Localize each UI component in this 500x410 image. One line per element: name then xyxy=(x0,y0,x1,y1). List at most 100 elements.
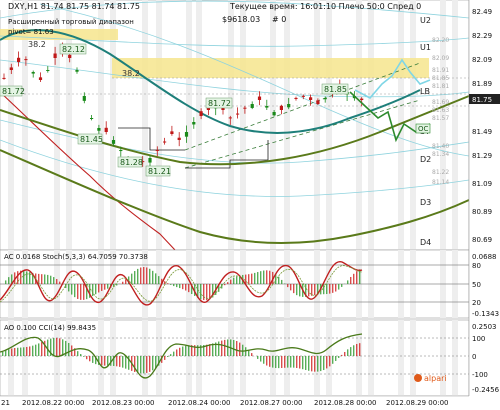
ao-bar xyxy=(335,356,336,361)
ao-bar xyxy=(212,343,213,356)
ac-bar xyxy=(107,284,108,289)
ao-bar xyxy=(104,356,105,366)
svg-text:81.09: 81.09 xyxy=(472,180,492,188)
symbol-line: DXY,H1 81.74 81.75 81.74 81.75 xyxy=(8,2,140,11)
ao-bar xyxy=(209,344,210,356)
ac-bar xyxy=(5,280,6,284)
ac-bar xyxy=(68,284,69,291)
candle-body xyxy=(90,118,93,119)
ac-bar xyxy=(326,284,327,294)
ac-bar xyxy=(77,284,78,299)
level-tag-d4: D4 xyxy=(420,238,431,247)
ac-bar xyxy=(167,283,168,284)
current-price: 81.75 xyxy=(472,96,492,104)
ao-bar xyxy=(323,356,324,370)
candle-body xyxy=(243,108,246,109)
ao-bar xyxy=(152,356,153,370)
ac-stoch-panel[interactable]: AC 0.0168 Stoch(5,3,3) 64.7059 70.3738 xyxy=(0,250,469,318)
ao-panel-title: AO 0.100 CCI(14) 99.8435 xyxy=(4,324,96,332)
candle-body xyxy=(156,150,159,151)
extra-counter: # 0 xyxy=(272,15,286,24)
ao-bar xyxy=(182,347,183,356)
ac-bar xyxy=(269,271,270,284)
svg-text:80: 80 xyxy=(472,262,481,270)
ao-bar xyxy=(2,352,3,356)
ao-bar xyxy=(356,344,357,356)
ao-bar xyxy=(170,354,171,356)
ao-bar xyxy=(41,342,42,356)
ac-bar xyxy=(41,274,42,284)
ac-bar xyxy=(59,282,60,284)
current-time-label: Текущее время: 16:01:10 Плечо 50:0 Спред… xyxy=(229,2,421,11)
ao-bar xyxy=(26,347,27,356)
ao-bar xyxy=(140,356,141,373)
ao-bar xyxy=(281,356,282,368)
svg-text:2012.08.27 00:00: 2012.08.27 00:00 xyxy=(240,399,302,407)
ac-bar xyxy=(257,272,258,284)
ac-bar xyxy=(293,284,294,293)
ao-bar xyxy=(257,356,258,359)
ac-bar xyxy=(83,284,84,300)
level-tag-d2: D2 xyxy=(420,155,431,164)
ac-bar xyxy=(98,284,99,292)
ao-bar xyxy=(353,345,354,356)
ao-bar xyxy=(260,356,261,362)
alpari-watermark: alpari xyxy=(424,374,447,383)
svg-text:81.63: 81.63 xyxy=(432,107,449,114)
ac-bar xyxy=(260,271,261,284)
svg-text:82.29: 82.29 xyxy=(472,32,492,40)
candle-body xyxy=(97,128,100,131)
ao-bar xyxy=(233,340,234,356)
ao-bar xyxy=(11,348,12,356)
ac-bar xyxy=(308,284,309,296)
ac-bar xyxy=(281,280,282,284)
ac-bar xyxy=(125,279,126,284)
svg-text:81.85: 81.85 xyxy=(432,75,449,82)
candle-body xyxy=(316,100,319,104)
ao-bar xyxy=(275,356,276,368)
ao-bar xyxy=(317,356,318,372)
ac-bar xyxy=(101,284,102,291)
label-81-21: 81.21 xyxy=(148,167,171,176)
candle-body xyxy=(170,131,173,134)
ac-bar xyxy=(254,273,255,284)
ao-bar xyxy=(296,356,297,368)
ac-bar xyxy=(176,284,177,287)
label-81-28: 81.28 xyxy=(120,158,143,167)
ac-bar xyxy=(224,284,225,285)
ao-bar xyxy=(173,352,174,356)
ao-bar xyxy=(227,339,228,356)
ao-bar xyxy=(143,356,144,373)
svg-text:0.2503: 0.2503 xyxy=(472,323,497,331)
ac-bar xyxy=(95,284,96,294)
ac-bar xyxy=(353,274,354,284)
ac-bar xyxy=(104,284,105,290)
ao-cci-panel[interactable]: AO 0.100 CCI(14) 99.8435 alpari xyxy=(0,320,469,396)
svg-text:-100: -100 xyxy=(472,371,488,379)
ao-bar xyxy=(272,356,273,368)
ac-bar xyxy=(140,268,141,284)
ac-bar xyxy=(332,284,333,293)
ao-bar xyxy=(332,356,333,364)
account-balance: $9618.03 xyxy=(222,15,260,24)
time-axis: 21 2012.08.22 00:00 2012.08.23 00:00 201… xyxy=(0,396,500,408)
candle-body xyxy=(83,96,86,101)
ac-bar xyxy=(200,284,201,299)
candle-body xyxy=(185,132,188,137)
label-81-85: 81.85 xyxy=(324,85,347,94)
ac-bar xyxy=(50,276,51,284)
candle-body xyxy=(2,78,5,79)
ac-bar xyxy=(158,276,159,284)
ao-bar xyxy=(329,356,330,366)
main-price-panel[interactable]: 81.72 82.12 38.2 38.2 81.45 81.28 81.21 … xyxy=(0,0,469,250)
ac-bar xyxy=(71,284,72,295)
ac-bar xyxy=(227,282,228,284)
candle-body xyxy=(229,117,232,118)
pivot-caption: Расширенный торговый диапазон xyxy=(8,18,134,26)
ao-bar xyxy=(32,346,33,356)
ac-bar xyxy=(182,284,183,289)
ac-bar xyxy=(350,277,351,284)
ac-bar xyxy=(80,284,81,300)
ac-bar xyxy=(23,271,24,284)
ac-bar xyxy=(296,284,297,295)
